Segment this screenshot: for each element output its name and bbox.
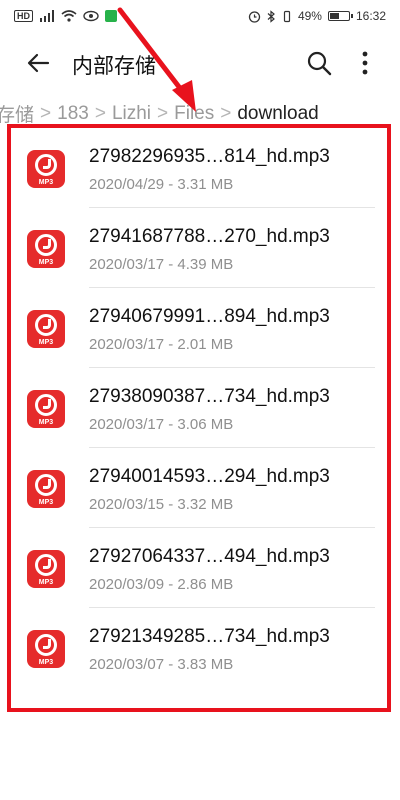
status-time: 16:32 [355, 9, 386, 23]
file-list-item[interactable]: MP3 27927064337…494_hd.mp3 2020/03/09 - … [11, 528, 387, 608]
file-list-item[interactable]: MP3 27940679991…894_hd.mp3 2020/03/17 - … [11, 288, 387, 368]
file-list: MP3 27982296935…814_hd.mp3 2020/04/29 - … [11, 128, 387, 688]
file-list-item[interactable]: MP3 27938090387…734_hd.mp3 2020/03/17 - … [11, 368, 387, 448]
file-type-label: MP3 [38, 579, 54, 586]
eye-icon [83, 10, 99, 22]
file-meta: 2020/03/07 - 3.83 MB [89, 656, 234, 673]
vibrate-icon [282, 10, 292, 23]
mp3-file-icon: MP3 [27, 230, 65, 268]
file-type-label: MP3 [38, 259, 54, 266]
music-note-icon [43, 319, 51, 329]
file-name: 27927064337…494_hd.mp3 [89, 546, 330, 567]
signal-icon [39, 10, 55, 22]
file-name: 27940014593…294_hd.mp3 [89, 466, 330, 487]
battery-percent: 49% [297, 9, 322, 23]
alarm-icon [248, 10, 261, 23]
page-title: 内部存储 [72, 55, 156, 78]
file-meta: 2020/03/17 - 2.01 MB [89, 336, 234, 353]
music-note-icon [43, 559, 51, 569]
breadcrumb-separator: > [220, 102, 232, 124]
mp3-file-icon: MP3 [27, 310, 65, 348]
wifi-icon [61, 10, 77, 22]
mp3-file-icon: MP3 [27, 630, 65, 668]
file-meta: 2020/03/17 - 4.39 MB [89, 256, 234, 273]
file-name: 27941687788…270_hd.mp3 [89, 226, 330, 247]
status-bar-left: HD [14, 10, 117, 22]
music-note-icon [43, 159, 51, 169]
file-type-label: MP3 [38, 659, 54, 666]
bluetooth-icon [267, 9, 276, 23]
file-list-item[interactable]: MP3 27940014593…294_hd.mp3 2020/03/15 - … [11, 448, 387, 528]
mp3-file-icon: MP3 [27, 390, 65, 428]
mp3-file-icon: MP3 [27, 470, 65, 508]
breadcrumb-current: download [237, 102, 319, 124]
file-list-item[interactable]: MP3 27941687788…270_hd.mp3 2020/03/17 - … [11, 208, 387, 288]
file-name: 27938090387…734_hd.mp3 [89, 386, 330, 407]
mp3-file-icon: MP3 [27, 150, 65, 188]
file-list-item[interactable]: MP3 27921349285…734_hd.mp3 2020/03/07 - … [11, 608, 387, 688]
file-meta: 2020/03/17 - 3.06 MB [89, 416, 234, 433]
file-type-label: MP3 [38, 499, 54, 506]
app-header: 内部存储 [0, 38, 400, 88]
breadcrumb-item-lizhi[interactable]: Lizhi [112, 103, 151, 125]
status-bar: HD 49% 16:32 [0, 0, 400, 32]
file-meta: 2020/03/09 - 2.86 MB [89, 576, 234, 593]
breadcrumb-item-183[interactable]: 183 [57, 103, 89, 125]
file-meta: 2020/04/29 - 3.31 MB [89, 176, 234, 193]
battery-level-fill [329, 13, 339, 19]
file-meta: 2020/03/15 - 3.32 MB [89, 496, 234, 513]
search-icon[interactable] [306, 50, 332, 76]
music-note-icon [43, 239, 51, 249]
notification-app-icon [105, 10, 117, 22]
file-type-label: MP3 [38, 339, 54, 346]
file-name: 27940679991…894_hd.mp3 [89, 306, 330, 327]
file-list-item[interactable]: MP3 27982296935…814_hd.mp3 2020/04/29 - … [11, 128, 387, 208]
music-note-icon [43, 399, 51, 409]
hd-badge: HD [14, 10, 33, 22]
status-bar-right: 49% 16:32 [248, 9, 386, 23]
mp3-file-icon: MP3 [27, 550, 65, 588]
breadcrumb-item-storage[interactable]: 存储 [0, 100, 34, 127]
file-type-label: MP3 [38, 179, 54, 186]
breadcrumb-separator: > [157, 102, 169, 124]
battery-icon [327, 11, 353, 21]
back-arrow-icon[interactable] [26, 50, 52, 76]
music-note-icon [43, 479, 51, 489]
music-note-icon [43, 639, 51, 649]
file-name: 27982296935…814_hd.mp3 [89, 146, 330, 167]
file-name: 27921349285…734_hd.mp3 [89, 626, 330, 647]
breadcrumb-item-files[interactable]: Files [174, 103, 214, 125]
breadcrumb-separator: > [40, 102, 52, 124]
more-options-icon[interactable] [358, 50, 372, 76]
breadcrumb: 存储 > 183 > Lizhi > Files > download [0, 100, 319, 127]
file-type-label: MP3 [38, 419, 54, 426]
breadcrumb-separator: > [94, 102, 106, 124]
